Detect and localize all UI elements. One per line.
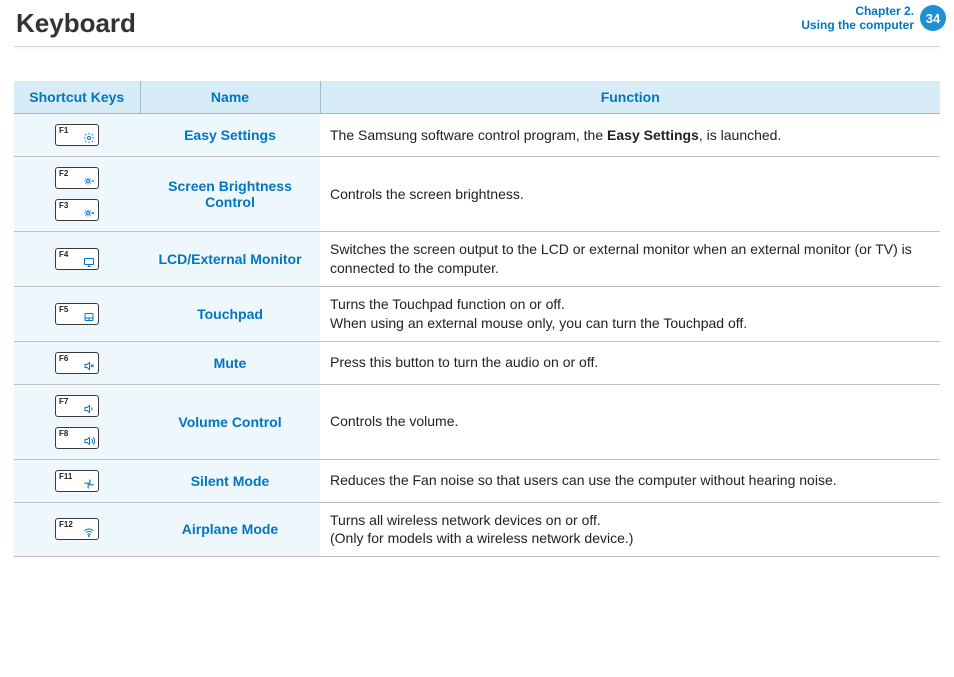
- keycap: F3: [55, 199, 99, 221]
- shortcut-name: Easy Settings: [140, 114, 320, 157]
- function-text: Controls the volume.: [330, 412, 930, 431]
- function-text: Press this button to turn the audio on o…: [330, 353, 930, 372]
- col-header-keys: Shortcut Keys: [14, 81, 140, 114]
- keycap: F4: [55, 248, 99, 270]
- chapter-number: Chapter 2.: [801, 4, 914, 18]
- keycap: F5: [55, 303, 99, 325]
- col-header-name: Name: [140, 81, 320, 114]
- shortcut-function: The Samsung software control program, th…: [320, 114, 940, 157]
- shortcut-name: Volume Control: [140, 384, 320, 459]
- page-number-badge: 34: [920, 5, 946, 31]
- keycap-label: F6: [59, 354, 68, 363]
- keycap: F1: [55, 124, 99, 146]
- shortcut-function: Switches the screen output to the LCD or…: [320, 232, 940, 287]
- table-row: F12 Airplane Mode Turns all wireless netwo…: [14, 502, 940, 557]
- function-text: Turns all wireless network devices on or…: [330, 511, 930, 549]
- table-row: F2 F3 Screen Brightness Control Controls th…: [14, 157, 940, 232]
- function-text: The Samsung software control program, th…: [330, 126, 930, 145]
- shortcut-keys-cell: F5: [14, 286, 140, 341]
- shortcut-keys-cell: F4: [14, 232, 140, 287]
- page-title: Keyboard: [16, 8, 136, 39]
- keycap: F7: [55, 395, 99, 417]
- function-text: Turns the Touchpad function on or off.Wh…: [330, 295, 930, 333]
- keycap: F2: [55, 167, 99, 189]
- header-meta: Chapter 2. Using the computer 34: [801, 4, 946, 32]
- keycap-label: F2: [59, 169, 68, 178]
- shortcut-function: Reduces the Fan noise so that users can …: [320, 459, 940, 502]
- shortcut-keys-cell: F12: [14, 502, 140, 557]
- shortcut-table: Shortcut Keys Name Function F1 Easy Setti…: [14, 81, 940, 557]
- mute-icon: [83, 360, 95, 372]
- shortcut-function: Controls the volume.: [320, 384, 940, 459]
- shortcut-keys-cell: F11: [14, 459, 140, 502]
- display-icon: [83, 256, 95, 268]
- shortcut-name: Touchpad: [140, 286, 320, 341]
- keycap: F8: [55, 427, 99, 449]
- shortcut-name: Mute: [140, 341, 320, 384]
- function-text: Controls the screen brightness.: [330, 185, 930, 204]
- shortcut-function: Turns all wireless network devices on or…: [320, 502, 940, 557]
- keycap-label: F5: [59, 305, 68, 314]
- keycap-label: F11: [59, 472, 72, 481]
- touchpad-icon: [83, 311, 95, 323]
- keycap: F12: [55, 518, 99, 540]
- shortcut-name: Screen Brightness Control: [140, 157, 320, 232]
- keycap: F6: [55, 352, 99, 374]
- shortcut-keys-cell: F6: [14, 341, 140, 384]
- chapter-title: Using the computer: [801, 18, 914, 32]
- page-header: Keyboard Chapter 2. Using the computer 3…: [0, 0, 954, 46]
- keycap: F11: [55, 470, 99, 492]
- fan-icon: [83, 478, 95, 490]
- table-row: F7 F8 Volume Control Controls the volume.: [14, 384, 940, 459]
- col-header-function: Function: [320, 81, 940, 114]
- table-row: F6 Mute Press this button to turn the audi…: [14, 341, 940, 384]
- shortcut-name: Silent Mode: [140, 459, 320, 502]
- function-text: Switches the screen output to the LCD or…: [330, 240, 930, 278]
- table-row: F5 Touchpad Turns the Touchpad function on…: [14, 286, 940, 341]
- brightness-down-icon: [83, 175, 95, 187]
- wifi-icon: [83, 526, 95, 538]
- shortcut-keys-cell: F1: [14, 114, 140, 157]
- keycap-label: F3: [59, 201, 68, 210]
- volume-up-icon: [83, 435, 95, 447]
- shortcut-function: Turns the Touchpad function on or off.Wh…: [320, 286, 940, 341]
- keycap-label: F7: [59, 397, 68, 406]
- shortcut-keys-cell: F2 F3: [14, 157, 140, 232]
- table-row: F11 Silent Mode Reduces the Fan noise so t…: [14, 459, 940, 502]
- keycap-label: F12: [59, 520, 73, 529]
- shortcut-name: LCD/External Monitor: [140, 232, 320, 287]
- shortcut-keys-cell: F7 F8: [14, 384, 140, 459]
- shortcut-name: Airplane Mode: [140, 502, 320, 557]
- table-row: F4 LCD/External Monitor Switches the scree…: [14, 232, 940, 287]
- volume-down-icon: [83, 403, 95, 415]
- function-text: Reduces the Fan noise so that users can …: [330, 471, 930, 490]
- keycap-label: F4: [59, 250, 68, 259]
- settings-icon: [83, 132, 95, 144]
- table-row: F1 Easy Settings The Samsung software cont…: [14, 114, 940, 157]
- brightness-up-icon: [83, 207, 95, 219]
- shortcut-function: Controls the screen brightness.: [320, 157, 940, 232]
- shortcut-function: Press this button to turn the audio on o…: [320, 341, 940, 384]
- keycap-label: F8: [59, 429, 68, 438]
- keycap-label: F1: [59, 126, 68, 135]
